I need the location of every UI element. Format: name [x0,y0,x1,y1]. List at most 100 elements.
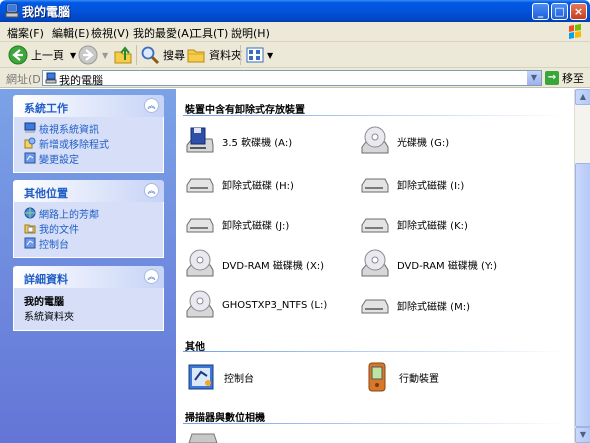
network-places-icon [24,207,36,219]
address-value: 我的電腦 [59,74,103,87]
menu-bar: 檔案(F) 編輯(E) 檢視(V) 我的最愛(A) 工具(T) 說明(H) [0,22,590,42]
control-panel-icon [24,152,36,164]
details-header[interactable]: 詳細資料 ︽ [13,266,164,288]
drive-removable-h[interactable]: 卸除式磁碟 (H:) [184,168,294,200]
close-button[interactable]: × [570,3,587,20]
folders-button[interactable]: 資料夾 [186,44,242,66]
my-computer-title-icon [5,3,19,18]
task-add-remove-programs[interactable]: 新增或移除程式 [24,136,153,151]
content-area: 裝置中含有卸除式存放裝置 3.5 軟碟機 (A:) 光碟機 (G:) 卸除式磁碟… [176,89,574,443]
cd-drive-icon [361,126,389,154]
up-folder-icon [114,46,132,64]
search-button[interactable]: 搜尋 [140,44,185,66]
windows-logo-icon [569,24,581,39]
place-network[interactable]: 網路上的芳鄰 [24,206,153,221]
maximize-button[interactable]: □ [551,3,568,20]
drive-removable-j[interactable]: 卸除式磁碟 (J:) [184,208,289,240]
place-control-panel[interactable]: 控制台 [24,236,153,251]
removable-disk-icon [186,178,214,193]
forward-button[interactable]: ▼ [78,44,108,66]
item-control-panel[interactable]: 控制台 [186,361,254,393]
drive-dvd-x[interactable]: DVD-RAM 磁碟機 (X:) [184,248,324,280]
scroll-thumb[interactable] [575,163,590,427]
details-name: 我的電腦 [24,297,64,308]
task-view-system-info[interactable]: 檢視系統資訊 [24,121,153,136]
toolbar: 上一頁 ▼ ▼ 搜尋 資料夾 ▼ [0,42,590,68]
place-my-documents[interactable]: 我的文件 [24,221,153,236]
details-panel: 詳細資料 ︽ 我的電腦 系統資料夾 [13,266,164,331]
details-title: 詳細資料 [24,273,68,286]
drive-removable-i[interactable]: 卸除式磁碟 (I:) [359,168,464,200]
forward-dropdown-icon[interactable]: ▼ [102,51,108,60]
go-arrow-icon: → [545,71,559,85]
views-button[interactable]: ▼ [245,44,273,66]
system-tasks-header[interactable]: 系統工作 ︽ [13,95,164,117]
search-label: 搜尋 [163,49,185,62]
drive-dvd-y[interactable]: DVD-RAM 磁碟機 (Y:) [359,248,497,280]
dvd-drive-icon [361,249,389,277]
details-type: 系統資料夾 [24,312,74,323]
back-dropdown-icon[interactable]: ▼ [70,51,76,60]
control-panel-icon [188,364,214,390]
removable-disk-icon [186,218,214,233]
removable-disk-icon [361,299,389,314]
address-label: 網址(D) [6,73,46,86]
scroll-up-icon[interactable]: ▲ [575,89,590,105]
scanner-icon [188,433,218,443]
add-remove-programs-icon [24,137,36,149]
window-title: 我的電腦 [22,5,71,19]
removable-disk-icon [361,218,389,233]
folders-icon [187,49,205,63]
my-computer-small-icon [45,72,57,84]
menu-edit[interactable]: 編輯(E) [52,25,90,41]
views-dropdown-icon[interactable]: ▼ [267,51,273,60]
folders-label: 資料夾 [209,49,242,62]
go-button[interactable]: → 移至 [545,70,584,86]
minimize-button[interactable]: _ [532,3,549,20]
drive-removable-k[interactable]: 卸除式磁碟 (K:) [359,208,468,240]
address-bar: 網址(D) 我的電腦 ▼ → 移至 [0,68,590,88]
group-title-removable: 裝置中含有卸除式存放裝置 [185,105,305,116]
group-title-scanners: 掃描器與數位相機 [185,413,265,424]
dvd-drive-icon [186,249,214,277]
search-icon [141,46,160,65]
drive-ghost-l[interactable]: GHOSTXP3_NTFS (L:) [184,289,327,321]
other-places-title: 其他位置 [24,187,68,200]
menu-tools[interactable]: 工具(T) [191,25,228,41]
scroll-down-icon[interactable]: ▼ [575,427,590,443]
back-label: 上一頁 [31,49,64,62]
mobile-device-icon [368,362,386,392]
drive-floppy-a[interactable]: 3.5 軟碟機 (A:) [184,125,292,157]
other-places-header[interactable]: 其他位置 ︽ [13,180,164,202]
back-arrow-icon [8,45,28,65]
up-folder-button[interactable] [113,44,133,66]
task-change-setting[interactable]: 變更設定 [24,151,153,166]
address-dropdown-icon[interactable]: ▼ [527,71,541,85]
other-places-panel: 其他位置 ︽ 網路上的芳鄰 我的文件 控制台 [13,180,164,258]
back-button[interactable]: 上一頁 ▼ [8,44,76,66]
menu-file[interactable]: 檔案(F) [7,25,44,41]
system-tasks-title: 系統工作 [24,102,68,115]
go-label: 移至 [562,72,584,85]
vertical-scrollbar[interactable]: ▲ ▼ [574,89,590,443]
menu-view[interactable]: 檢視(V) [91,25,129,41]
menu-favorites[interactable]: 我的最愛(A) [133,25,193,41]
views-icon [246,47,264,63]
menu-help[interactable]: 說明(H) [231,25,270,41]
forward-arrow-icon [78,45,98,65]
control-panel-icon [24,237,36,249]
collapse-chevron-icon[interactable]: ︽ [144,98,159,113]
collapse-chevron-icon[interactable]: ︽ [144,269,159,284]
collapse-chevron-icon[interactable]: ︽ [144,183,159,198]
item-mobile-device[interactable]: 行動裝置 [361,361,439,393]
address-input[interactable]: 我的電腦 ▼ [42,70,542,87]
my-documents-icon [24,224,36,234]
floppy-drive-icon [186,127,214,153]
task-pane: 系統工作 ︽ 檢視系統資訊 新增或移除程式 變更設定 其他位置 ︽ 網路上的芳鄰… [0,89,176,443]
drive-removable-m[interactable]: 卸除式磁碟 (M:) [359,289,470,321]
removable-disk-icon [361,178,389,193]
cd-drive-icon [186,290,214,318]
drive-cd-g[interactable]: 光碟機 (G:) [359,125,449,157]
title-bar[interactable]: 我的電腦 _ □ × [0,0,590,22]
system-tasks-panel: 系統工作 ︽ 檢視系統資訊 新增或移除程式 變更設定 [13,95,164,173]
